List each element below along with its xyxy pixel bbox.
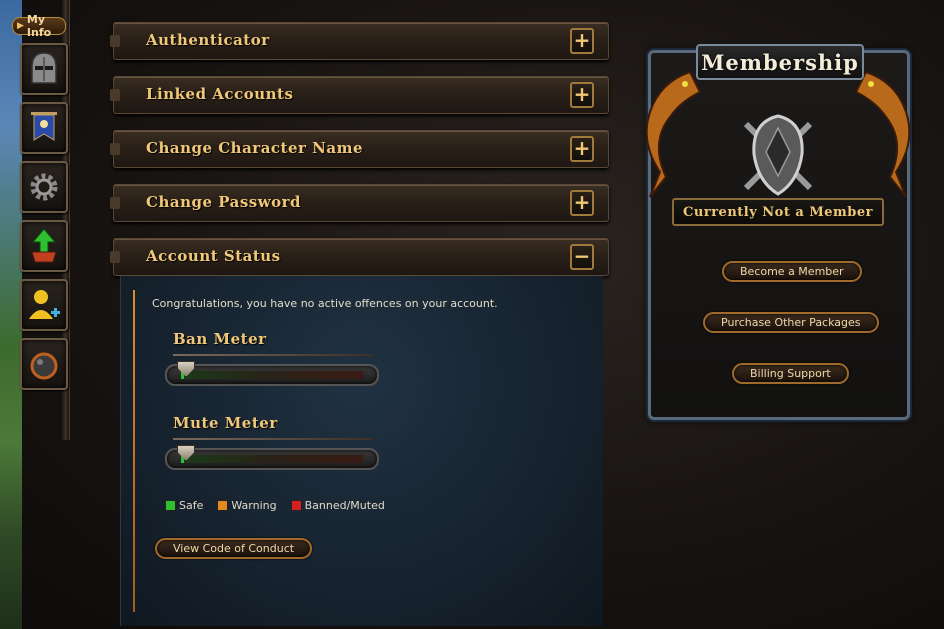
meter-legend: Safe Warning Banned/Muted: [165, 499, 385, 512]
account-status-section[interactable]: Account Status −: [110, 238, 609, 276]
membership-panel: Membership Currently Not a Member Become…: [630, 32, 926, 424]
mute-meter: [165, 445, 379, 470]
warning-swatch: [217, 500, 229, 511]
change-password-section[interactable]: Change Password +: [110, 184, 609, 222]
legend-label: Banned/Muted: [304, 499, 385, 512]
dragon-right-icon: [854, 70, 911, 198]
legend-warning: Warning: [217, 499, 277, 512]
membership-title-banner: Membership: [696, 44, 864, 80]
sidebar-item-character[interactable]: [20, 43, 68, 95]
bomb-icon: [30, 352, 58, 380]
section-title: Account Status: [146, 247, 281, 265]
legend-safe: Safe: [165, 499, 203, 512]
sidebar-item-combat[interactable]: [20, 338, 68, 390]
section-title: Change Character Name: [146, 139, 363, 157]
billing-support-button[interactable]: Billing Support: [732, 363, 849, 384]
purchase-other-packages-button[interactable]: Purchase Other Packages: [703, 312, 879, 333]
view-code-of-conduct-button[interactable]: View Code of Conduct: [155, 538, 313, 559]
header-notch: [110, 35, 120, 47]
status-message: Congratulations, you have no active offe…: [152, 297, 498, 310]
helmet-icon: [31, 52, 57, 84]
panel-divider: [133, 290, 135, 612]
legend-label: Warning: [231, 499, 277, 512]
shield-crest-icon: [743, 114, 813, 196]
sidebar-item-clan[interactable]: [20, 102, 68, 154]
meter-underline: [173, 438, 373, 440]
change-character-name-section[interactable]: Change Character Name +: [110, 130, 609, 168]
account-status-panel: Congratulations, you have no active offe…: [120, 276, 603, 626]
banned-swatch: [290, 500, 302, 511]
play-arrow-icon: ▶: [17, 21, 24, 31]
my-info-label: My Info: [26, 13, 52, 39]
sidebar-item-friends[interactable]: [20, 279, 68, 331]
meter-underline: [173, 354, 373, 356]
my-info-tab[interactable]: ▶ My Info: [12, 13, 66, 39]
header-notch: [110, 251, 120, 263]
ban-meter: [165, 361, 379, 386]
expand-icon[interactable]: +: [570, 190, 594, 216]
mute-meter-title: Mute Meter: [173, 414, 278, 432]
ban-meter-title: Ban Meter: [173, 330, 267, 348]
header-notch: [110, 143, 120, 155]
membership-title: Membership: [701, 49, 859, 75]
expand-icon[interactable]: +: [570, 82, 594, 108]
header-notch: [110, 197, 120, 209]
sidebar-item-settings[interactable]: [20, 161, 68, 213]
expand-icon[interactable]: +: [570, 136, 594, 162]
authenticator-section[interactable]: Authenticator +: [110, 22, 609, 60]
become-a-member-button[interactable]: Become a Member: [722, 261, 862, 282]
legend-banned: Banned/Muted: [290, 499, 385, 512]
collapse-icon[interactable]: −: [570, 244, 594, 270]
background-landscape: [0, 0, 22, 629]
membership-status-banner: Currently Not a Member: [672, 198, 884, 226]
membership-status: Currently Not a Member: [683, 204, 873, 220]
safe-swatch: [165, 500, 176, 511]
gear-icon: [30, 173, 58, 201]
legend-label: Safe: [179, 499, 204, 512]
expand-icon[interactable]: +: [570, 28, 594, 54]
meter-track: [181, 455, 363, 463]
level-up-icon: [31, 228, 57, 263]
meter-track: [181, 371, 363, 379]
add-friend-icon: [29, 290, 60, 319]
header-notch: [110, 89, 120, 101]
sidebar-item-upgrade[interactable]: [20, 220, 68, 272]
banner-flag-icon: [31, 112, 57, 141]
section-title: Change Password: [146, 193, 302, 211]
section-title: Linked Accounts: [146, 85, 294, 103]
linked-accounts-section[interactable]: Linked Accounts +: [110, 76, 609, 114]
section-title: Authenticator: [146, 31, 270, 49]
dragon-left-icon: [645, 70, 702, 198]
